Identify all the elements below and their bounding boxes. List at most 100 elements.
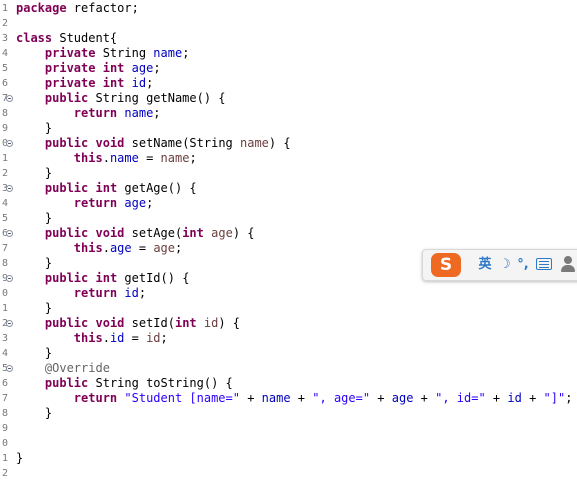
code-token: id	[109, 331, 125, 345]
sogou-logo-icon[interactable]: S	[431, 253, 461, 277]
code-line[interactable]: 3 public int getAge() {	[0, 181, 577, 196]
line-number-gutter: 8	[0, 256, 14, 271]
code-token: }	[16, 166, 53, 180]
code-line[interactable]: 1}	[0, 451, 577, 466]
moon-icon[interactable]: ☽	[498, 254, 512, 276]
code-token: int	[95, 271, 118, 285]
code-token: name	[261, 391, 291, 405]
user-icon[interactable]	[561, 256, 575, 274]
code-token: void	[95, 226, 125, 240]
line-number-gutter: 3	[0, 331, 14, 346]
code-line[interactable]: 6 public String toString() {	[0, 376, 577, 391]
code-editor[interactable]: 1 package refactor; 2 3 class Student{4 priv…	[0, 0, 577, 479]
code-token: name	[160, 151, 190, 165]
code-text: public void setAge(int age) {	[16, 226, 255, 241]
code-line[interactable]: 1 this.name = name;	[0, 151, 577, 166]
code-text: return "Student [name=" + name + ", age=…	[16, 391, 573, 406]
code-text: public String toString() {	[16, 376, 233, 391]
fold-toggle-icon[interactable]	[6, 95, 13, 102]
fold-toggle-icon[interactable]	[6, 320, 13, 327]
code-token: }	[16, 346, 53, 360]
code-line[interactable]: 3 this.id = id;	[0, 331, 577, 346]
code-line[interactable]: 4 return age;	[0, 196, 577, 211]
line-number-gutter: 1	[0, 151, 14, 166]
code-line[interactable]: 4 private String name;	[0, 46, 577, 61]
code-token: @Override	[44, 361, 110, 375]
code-line[interactable]: 2	[0, 16, 577, 31]
line-number: 4	[1, 198, 8, 209]
code-text: public String getName() {	[16, 91, 226, 106]
code-line[interactable]: 8 }	[0, 406, 577, 421]
code-token: age	[391, 391, 414, 405]
code-line[interactable]: 7 return "Student [name=" + name + ", ag…	[0, 391, 577, 406]
punctuation-toggle[interactable]: °,	[516, 254, 530, 276]
code-line[interactable]: 1 }	[0, 301, 577, 316]
code-line[interactable]: 6 public void setAge(int age) {	[0, 226, 577, 241]
code-line[interactable]: 0	[0, 436, 577, 451]
code-token: int	[102, 61, 125, 75]
code-token: return	[73, 106, 118, 120]
code-line[interactable]: 6 private int id;	[0, 76, 577, 91]
line-number-gutter: 2	[0, 166, 14, 181]
code-token: public	[44, 226, 89, 240]
line-number: 3	[1, 33, 8, 44]
code-token: ", age="	[312, 391, 371, 405]
code-line[interactable]: 4 }	[0, 346, 577, 361]
code-line[interactable]: 5 }	[0, 211, 577, 226]
code-token: .	[102, 331, 110, 345]
code-token: public	[44, 91, 89, 105]
code-token: ) {	[218, 316, 241, 330]
code-line[interactable]: 8 return name;	[0, 106, 577, 121]
line-number: 1	[1, 153, 8, 164]
fold-toggle-icon[interactable]	[6, 185, 13, 192]
code-line[interactable]: 1 package refactor;	[0, 1, 577, 16]
fold-toggle-icon[interactable]	[6, 365, 13, 372]
line-number: 2	[1, 18, 8, 29]
code-token: id	[131, 76, 147, 90]
keyboard-icon[interactable]	[536, 258, 552, 270]
code-token: getAge() {	[117, 181, 197, 195]
code-line[interactable]: 3 class Student{	[0, 31, 577, 46]
code-token: ) {	[268, 136, 291, 150]
code-token: void	[95, 136, 125, 150]
code-token: ;	[153, 61, 161, 75]
code-line[interactable]: 2 public void setId(int id) {	[0, 316, 577, 331]
code-line[interactable]: 9 }	[0, 121, 577, 136]
code-token: ;	[153, 106, 161, 120]
line-number-gutter: 3	[0, 181, 14, 196]
code-token: setAge(	[124, 226, 183, 240]
code-line[interactable]: 5 @Override	[0, 361, 577, 376]
code-token: refactor;	[66, 1, 139, 15]
line-number: 6	[1, 378, 8, 389]
fold-toggle-icon[interactable]	[6, 140, 13, 147]
code-line[interactable]: 2 }	[0, 166, 577, 181]
code-line[interactable]: 0 return id;	[0, 286, 577, 301]
code-line[interactable]: 0 public void setName(String name) {	[0, 136, 577, 151]
code-line[interactable]: 9	[0, 421, 577, 436]
code-token: }	[16, 406, 53, 420]
line-number-gutter: 7	[0, 241, 14, 256]
code-line[interactable]: 7 public String getName() {	[0, 91, 577, 106]
fold-toggle-icon[interactable]	[6, 275, 13, 282]
code-text: package refactor;	[16, 1, 139, 16]
code-token: age	[124, 196, 147, 210]
line-number: 1	[1, 3, 8, 14]
line-number: 4	[1, 348, 8, 359]
code-line[interactable]: 5 private int age;	[0, 61, 577, 76]
code-token: return	[73, 196, 118, 210]
code-token: return	[73, 286, 118, 300]
fold-toggle-icon[interactable]	[6, 230, 13, 237]
code-token: id	[146, 331, 161, 345]
code-token: ", id="	[435, 391, 486, 405]
code-token: +	[521, 391, 544, 405]
code-text: private int id;	[16, 76, 153, 91]
ime-language-toggle[interactable]: 英	[476, 254, 494, 276]
line-number: 1	[1, 303, 8, 314]
line-number-gutter: 5	[0, 361, 14, 376]
code-token: +	[239, 391, 262, 405]
